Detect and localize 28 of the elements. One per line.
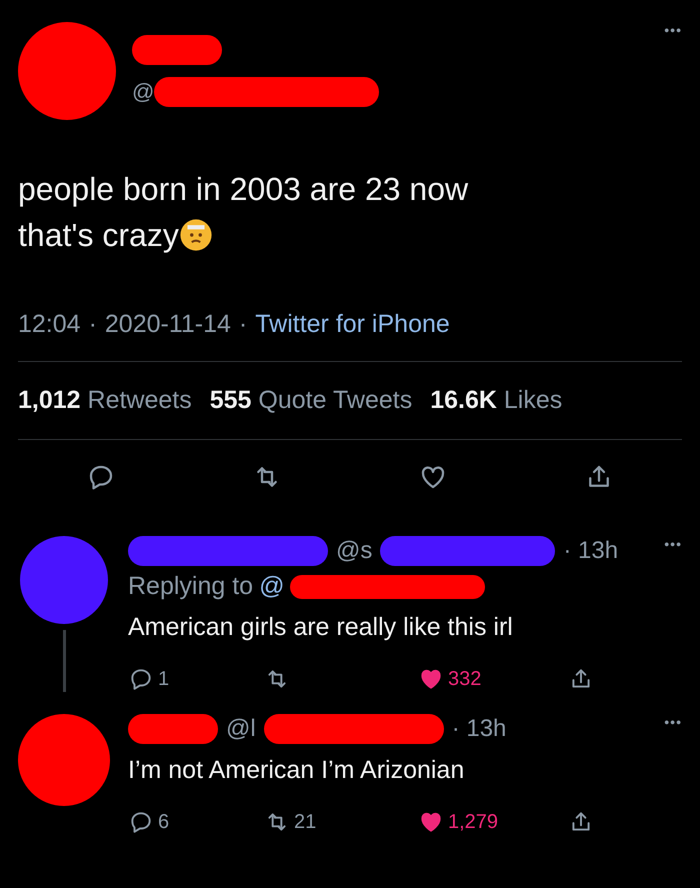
stat-count[interactable]: 16.6K Likes: [430, 386, 562, 415]
separator-dot: ·: [238, 310, 248, 339]
emoji-icon: [178, 218, 213, 252]
like-count: 1,279: [448, 810, 498, 834]
separator-dot: ·: [88, 310, 97, 339]
reply-text: American girls are really like this irl: [128, 613, 514, 642]
retweet-count: 21: [294, 810, 316, 834]
user-handle: @s: [336, 537, 372, 565]
stat-count[interactable]: 555 Quote Tweets: [210, 386, 412, 415]
user-handle: @: [132, 79, 154, 105]
more-icon[interactable]: •••: [664, 536, 682, 552]
tweet-text: people born in 2003 are 23 now: [18, 170, 468, 209]
reply-count: 6: [158, 810, 170, 834]
reply-time: · 13h: [563, 537, 618, 565]
reply-time: · 13h: [452, 715, 506, 743]
like-count: 332: [448, 668, 482, 690]
reply-text: I’m not American I’m Arizonian: [128, 756, 466, 785]
reply-count: 1: [158, 668, 170, 690]
mention-link[interactable]: @: [259, 572, 284, 601]
stat-count[interactable]: 1,012 Retweets: [18, 386, 192, 415]
replying-label: Replying to: [128, 572, 254, 601]
user-handle: @l: [226, 715, 256, 743]
tweet-time: 12:04: [18, 310, 81, 339]
more-icon[interactable]: •••: [664, 22, 682, 38]
more-icon[interactable]: •••: [664, 714, 682, 730]
source-link[interactable]: Twitter for iPhone: [255, 310, 450, 339]
tweet-text: that's crazy: [18, 216, 179, 255]
tweet-date: 2020-11-14: [104, 310, 231, 339]
